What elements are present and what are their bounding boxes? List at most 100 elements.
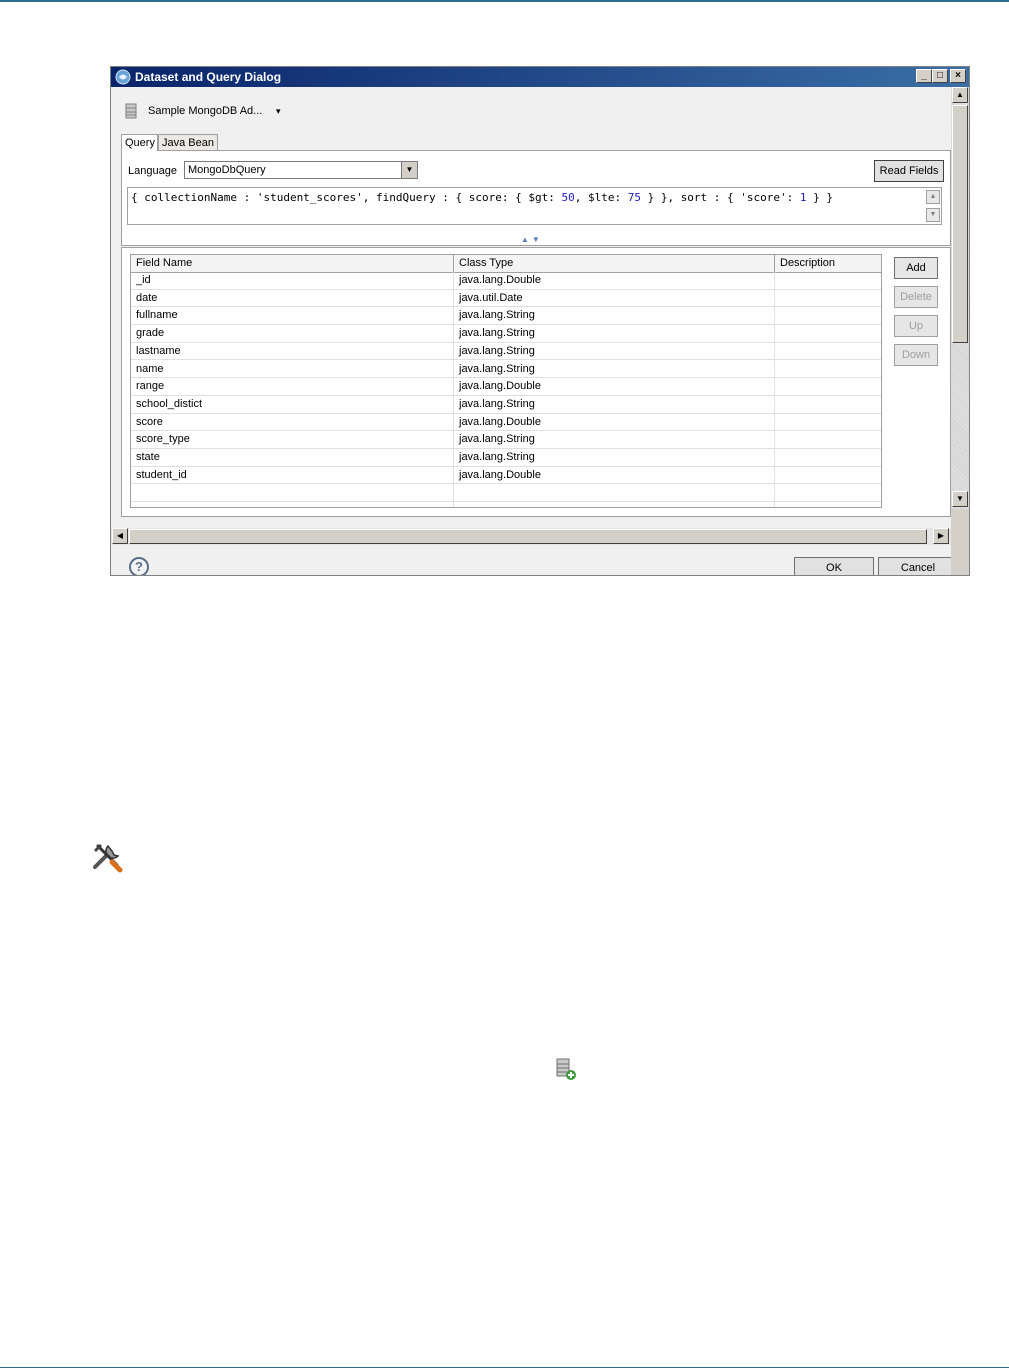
field-name-cell[interactable]: lastname bbox=[131, 342, 454, 360]
class-type-cell[interactable]: java.lang.String bbox=[454, 449, 775, 466]
add-button[interactable]: Add bbox=[894, 257, 938, 279]
class-type-cell[interactable]: java.lang.String bbox=[454, 342, 775, 360]
table-row[interactable] bbox=[131, 484, 881, 503]
down-button[interactable]: Down bbox=[894, 344, 938, 366]
table-row[interactable]: state java.lang.String bbox=[131, 449, 881, 467]
cancel-button[interactable]: Cancel bbox=[878, 557, 951, 575]
help-icon[interactable]: ? bbox=[129, 557, 149, 575]
table-row[interactable]: score java.lang.Double bbox=[131, 413, 881, 432]
description-cell[interactable] bbox=[775, 290, 881, 307]
minimize-button[interactable]: _ bbox=[916, 69, 932, 83]
scroll-thumb[interactable] bbox=[129, 529, 927, 544]
tab-query[interactable]: Query bbox=[121, 134, 158, 151]
field-name-cell[interactable]: grade bbox=[131, 325, 454, 343]
fields-table: Field Name Class Type Description _id jav… bbox=[130, 254, 882, 508]
table-row[interactable] bbox=[131, 502, 881, 507]
description-cell[interactable] bbox=[775, 467, 881, 484]
field-name-cell[interactable] bbox=[131, 502, 454, 507]
page-bottom-rule bbox=[0, 1367, 1009, 1368]
dataset-query-dialog: Dataset and Query Dialog _ □ × Sample Mo… bbox=[110, 66, 970, 576]
field-name-cell[interactable]: _id bbox=[131, 272, 454, 289]
table-row[interactable]: fullname java.lang.String bbox=[131, 307, 881, 326]
class-type-cell[interactable]: java.lang.Double bbox=[454, 272, 775, 289]
description-cell[interactable] bbox=[775, 396, 881, 413]
page-top-rule bbox=[0, 0, 1009, 2]
table-row[interactable]: student_id java.lang.Double bbox=[131, 466, 881, 485]
field-name-cell[interactable]: range bbox=[131, 378, 454, 396]
description-cell[interactable] bbox=[775, 378, 881, 395]
column-header-field-name[interactable]: Field Name bbox=[131, 255, 454, 272]
up-button[interactable]: Up bbox=[894, 315, 938, 337]
app-icon bbox=[115, 69, 131, 85]
scroll-right-icon[interactable]: ▶ bbox=[933, 528, 949, 544]
table-row[interactable]: date java.util.Date bbox=[131, 289, 881, 308]
scroll-down-icon[interactable]: ▼ bbox=[926, 208, 940, 222]
description-cell[interactable] bbox=[775, 307, 881, 324]
dialog-title: Dataset and Query Dialog bbox=[135, 70, 282, 84]
table-row[interactable]: grade java.lang.String bbox=[131, 325, 881, 343]
class-type-cell[interactable]: java.lang.String bbox=[454, 307, 775, 325]
description-cell[interactable] bbox=[775, 272, 881, 289]
class-type-cell[interactable]: java.lang.String bbox=[454, 360, 775, 378]
field-name-cell[interactable]: name bbox=[131, 360, 454, 378]
scroll-up-icon[interactable]: ▲ bbox=[952, 87, 968, 103]
class-type-cell[interactable] bbox=[454, 484, 775, 502]
language-select[interactable]: MongoDbQuery ▼ bbox=[184, 161, 418, 179]
table-row[interactable]: range java.lang.Double bbox=[131, 378, 881, 396]
class-type-cell[interactable]: java.lang.String bbox=[454, 325, 775, 343]
class-type-cell[interactable]: java.lang.String bbox=[454, 431, 775, 449]
query-text-editor[interactable]: { collectionName : 'student_scores', fin… bbox=[127, 187, 942, 225]
field-name-cell[interactable]: date bbox=[131, 289, 454, 307]
field-name-cell[interactable] bbox=[131, 484, 454, 502]
fields-panel: Field Name Class Type Description _id jav… bbox=[121, 247, 951, 517]
field-name-cell[interactable]: fullname bbox=[131, 307, 454, 325]
title-bar[interactable]: Dataset and Query Dialog _ □ × bbox=[111, 67, 969, 87]
chevron-down-icon[interactable]: ▼ bbox=[401, 162, 417, 178]
chevron-down-icon[interactable]: ▾ bbox=[276, 106, 281, 117]
description-cell[interactable] bbox=[775, 414, 881, 431]
ok-button[interactable]: OK bbox=[794, 557, 874, 575]
maximize-button[interactable]: □ bbox=[932, 69, 948, 83]
language-value: MongoDbQuery bbox=[188, 164, 266, 176]
field-name-cell[interactable]: student_id bbox=[131, 466, 454, 484]
class-type-cell[interactable]: java.lang.Double bbox=[454, 378, 775, 396]
field-name-cell[interactable]: school_distict bbox=[131, 395, 454, 413]
scroll-left-icon[interactable]: ◀ bbox=[112, 528, 128, 544]
tools-icon bbox=[93, 844, 123, 873]
description-cell[interactable] bbox=[775, 449, 881, 466]
table-row[interactable]: school_distict java.lang.String bbox=[131, 395, 881, 414]
close-button[interactable]: × bbox=[950, 69, 966, 83]
description-cell[interactable] bbox=[775, 431, 881, 448]
tab-java-bean[interactable]: Java Bean bbox=[158, 134, 218, 150]
description-cell[interactable] bbox=[775, 325, 881, 342]
read-fields-button[interactable]: Read Fields bbox=[874, 160, 944, 182]
table-row[interactable]: name java.lang.String bbox=[131, 360, 881, 379]
sash-handle[interactable]: ▲▼ bbox=[521, 235, 543, 244]
scroll-up-icon[interactable]: ▲ bbox=[926, 190, 940, 204]
vertical-scrollbar[interactable]: ▲ ▼ bbox=[951, 87, 969, 509]
column-header-description[interactable]: Description bbox=[775, 255, 881, 272]
horizontal-scrollbar[interactable]: ◀ ▶ bbox=[111, 528, 951, 545]
scroll-thumb[interactable] bbox=[952, 105, 968, 343]
delete-button[interactable]: Delete bbox=[894, 286, 938, 308]
field-name-cell[interactable]: score_type bbox=[131, 431, 454, 449]
table-row[interactable]: _id java.lang.Double bbox=[131, 272, 881, 290]
description-cell[interactable] bbox=[775, 502, 881, 507]
add-data-source-icon bbox=[556, 1058, 576, 1080]
description-cell[interactable] bbox=[775, 361, 881, 378]
tab-bar: Query Java Bean bbox=[121, 134, 951, 151]
description-cell[interactable] bbox=[775, 343, 881, 360]
class-type-cell[interactable]: java.lang.String bbox=[454, 395, 775, 413]
description-cell[interactable] bbox=[775, 484, 881, 501]
class-type-cell[interactable]: java.lang.Double bbox=[454, 466, 775, 484]
table-row[interactable]: score_type java.lang.String bbox=[131, 431, 881, 449]
scroll-down-icon[interactable]: ▼ bbox=[952, 491, 968, 507]
class-type-cell[interactable] bbox=[454, 502, 775, 507]
class-type-cell[interactable]: java.util.Date bbox=[454, 289, 775, 307]
column-header-class-type[interactable]: Class Type bbox=[454, 255, 775, 272]
data-source-selector[interactable]: Sample MongoDB Ad... bbox=[148, 105, 262, 117]
field-name-cell[interactable]: state bbox=[131, 449, 454, 466]
table-row[interactable]: lastname java.lang.String bbox=[131, 342, 881, 361]
field-name-cell[interactable]: score bbox=[131, 413, 454, 431]
class-type-cell[interactable]: java.lang.Double bbox=[454, 413, 775, 431]
